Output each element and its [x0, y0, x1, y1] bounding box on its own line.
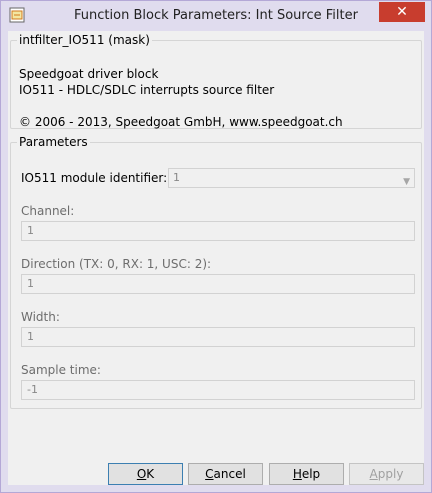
channel-field[interactable]: 1	[21, 221, 415, 241]
sample-time-label: Sample time:	[21, 363, 101, 377]
close-button[interactable]: ✕	[379, 2, 425, 22]
mask-title: intfilter_IO511 (mask)	[19, 33, 150, 47]
copyright-text: © 2006 - 2013, Speedgoat GmbH, www.speed…	[19, 115, 343, 129]
sample-time-value: -1	[27, 383, 38, 396]
channel-label: Channel:	[21, 204, 75, 218]
parameters-group: Parameters IO511 module identifier: 1 ▼ …	[10, 135, 422, 409]
width-field[interactable]: 1	[21, 327, 415, 347]
title-bar[interactable]: Function Block Parameters: Int Source Fi…	[1, 1, 431, 31]
dialog-window: Function Block Parameters: Int Source Fi…	[0, 0, 432, 493]
close-icon: ✕	[396, 4, 408, 20]
help-button[interactable]: Help	[269, 463, 344, 485]
window-title: Function Block Parameters: Int Source Fi…	[74, 8, 358, 23]
direction-value: 1	[27, 277, 34, 290]
module-id-value: 1	[173, 171, 180, 184]
apply-button[interactable]: Apply	[349, 463, 424, 485]
module-id-dropdown[interactable]: 1 ▼	[168, 168, 415, 188]
module-id-label: IO511 module identifier:	[21, 171, 168, 185]
mask-description-group: intfilter_IO511 (mask) Speedgoat driver …	[10, 33, 422, 129]
channel-value: 1	[27, 224, 34, 237]
dialog-client: intfilter_IO511 (mask) Speedgoat driver …	[8, 31, 424, 485]
ok-button[interactable]: OK	[108, 463, 183, 485]
cancel-button[interactable]: Cancel	[188, 463, 263, 485]
sample-time-field[interactable]: -1	[21, 380, 415, 400]
mask-description-line-1: Speedgoat driver block	[19, 67, 159, 81]
mask-description-line-2: IO511 - HDLC/SDLC interrupts source filt…	[19, 83, 275, 97]
width-value: 1	[27, 330, 34, 343]
direction-label: Direction (TX: 0, RX: 1, USC: 2):	[21, 257, 212, 271]
parameters-title: Parameters	[19, 135, 88, 149]
chevron-down-icon: ▼	[403, 177, 410, 187]
direction-field[interactable]: 1	[21, 274, 415, 294]
width-label: Width:	[21, 310, 60, 324]
